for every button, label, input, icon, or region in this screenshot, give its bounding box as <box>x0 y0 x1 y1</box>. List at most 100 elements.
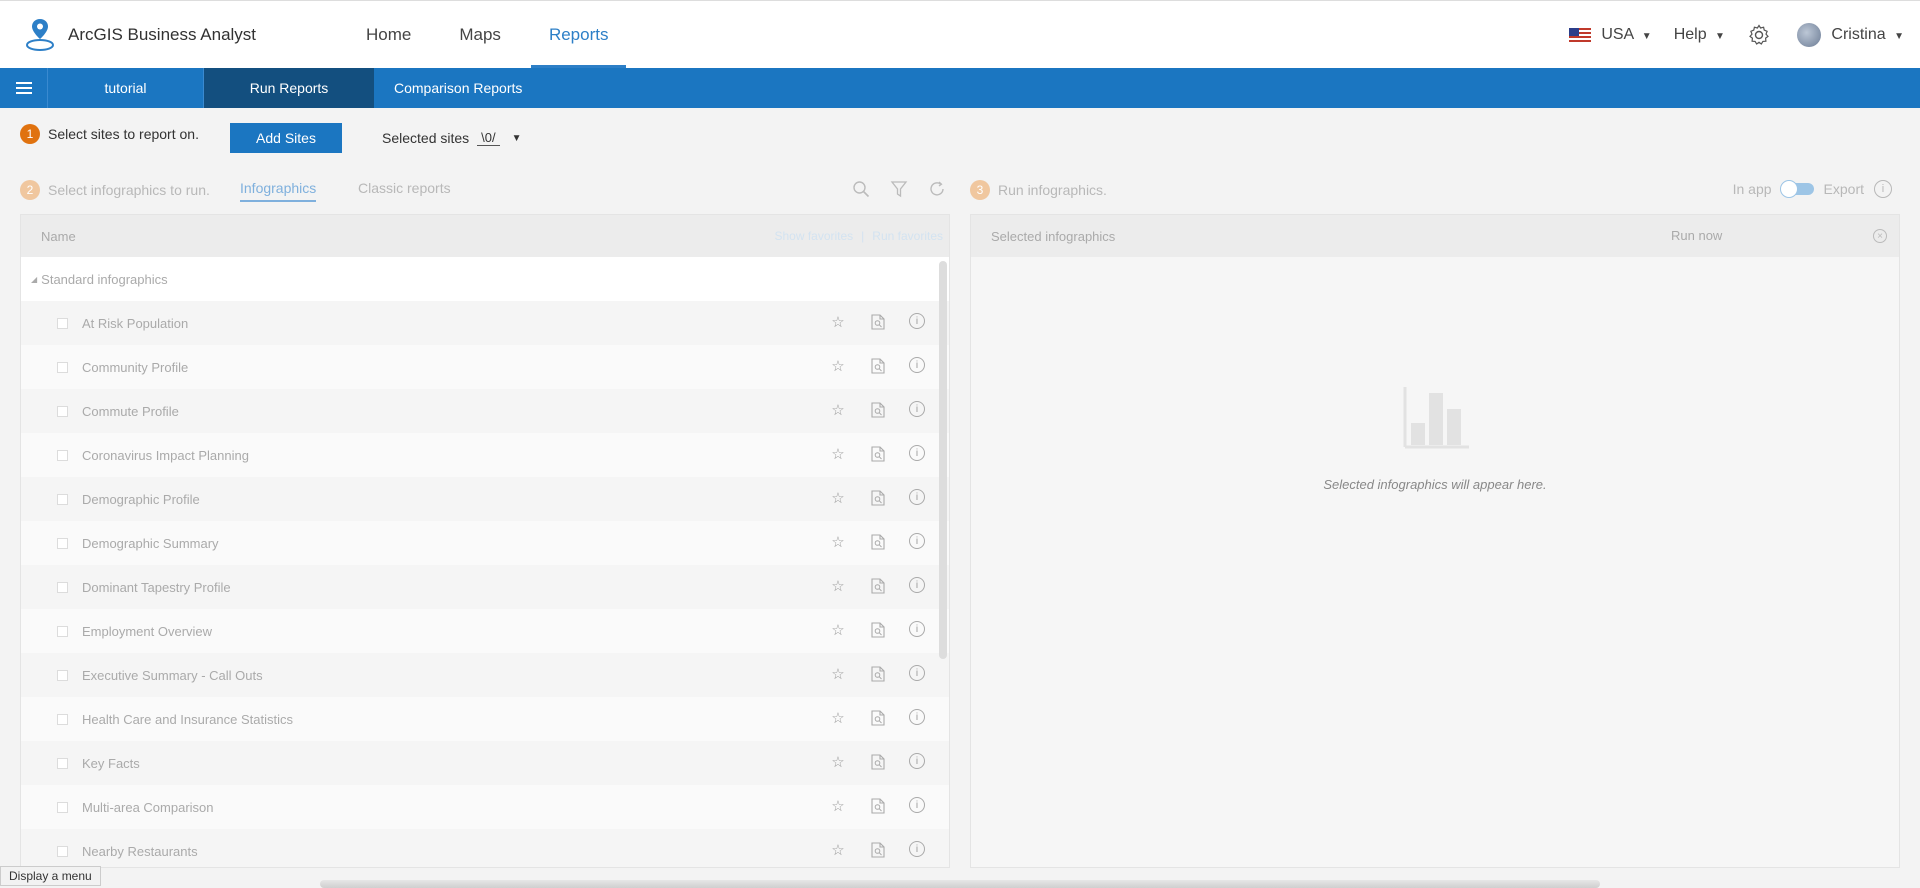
info-icon[interactable]: i <box>909 445 925 461</box>
tab-tutorial[interactable]: tutorial <box>48 68 204 108</box>
item-checkbox[interactable] <box>57 317 68 329</box>
tab-comparison-reports[interactable]: Comparison Reports <box>374 68 542 108</box>
list-item[interactable]: Demographic Profile ☆ i <box>21 477 949 521</box>
item-checkbox[interactable] <box>57 449 68 461</box>
info-icon[interactable]: i <box>909 489 925 505</box>
info-icon[interactable]: i <box>909 621 925 637</box>
star-icon[interactable]: ☆ <box>829 621 847 639</box>
document-preview-icon[interactable] <box>869 357 887 375</box>
document-preview-icon[interactable] <box>869 753 887 771</box>
nav-home[interactable]: Home <box>348 1 429 69</box>
document-preview-icon[interactable] <box>869 533 887 551</box>
selected-infographics-panel: Selected infographics Run now × Selected… <box>970 214 1900 868</box>
refresh-icon[interactable] <box>928 180 946 198</box>
item-checkbox[interactable] <box>57 757 68 769</box>
document-preview-icon[interactable] <box>869 665 887 683</box>
list-item[interactable]: At Risk Population ☆ i <box>21 301 949 345</box>
item-checkbox[interactable] <box>57 405 68 417</box>
item-checkbox[interactable] <box>57 537 68 549</box>
list-item[interactable]: Demographic Summary ☆ i <box>21 521 949 565</box>
document-preview-icon[interactable] <box>869 797 887 815</box>
star-icon[interactable]: ☆ <box>829 401 847 419</box>
export-label: Export <box>1823 181 1864 197</box>
list-item[interactable]: Nearby Restaurants ☆ i <box>21 829 949 867</box>
document-preview-icon[interactable] <box>869 841 887 859</box>
tab-infographics[interactable]: Infographics <box>240 180 317 202</box>
item-checkbox[interactable] <box>57 581 68 593</box>
list-item[interactable]: Community Profile ☆ i <box>21 345 949 389</box>
list-item[interactable]: Dominant Tapestry Profile ☆ i <box>21 565 949 609</box>
star-icon[interactable]: ☆ <box>829 445 847 463</box>
info-icon[interactable]: i <box>909 533 925 549</box>
app-logo-icon[interactable] <box>24 17 56 53</box>
info-icon[interactable]: i <box>909 665 925 681</box>
menu-icon[interactable] <box>0 68 48 108</box>
document-preview-icon[interactable] <box>869 577 887 595</box>
show-favorites-link[interactable]: Show favorites <box>774 229 853 243</box>
star-icon[interactable]: ☆ <box>829 533 847 551</box>
item-checkbox[interactable] <box>57 625 68 637</box>
list-item[interactable]: Health Care and Insurance Statistics ☆ i <box>21 697 949 741</box>
nav-reports[interactable]: Reports <box>530 1 627 69</box>
help-menu[interactable]: Help ▼ <box>1674 26 1725 44</box>
star-icon[interactable]: ☆ <box>829 753 847 771</box>
user-menu[interactable]: Cristina ▼ <box>1796 23 1904 47</box>
document-preview-icon[interactable] <box>869 401 887 419</box>
chevron-down-icon: ▼ <box>511 132 522 144</box>
list-item[interactable]: Commute Profile ☆ i <box>21 389 949 433</box>
selected-sites-dropdown[interactable]: Selected sites \0/ ▼ <box>382 130 522 146</box>
item-label: Demographic Summary <box>82 535 219 551</box>
search-icon[interactable] <box>852 180 870 198</box>
star-icon[interactable]: ☆ <box>829 797 847 815</box>
row-actions: ☆ i <box>829 753 925 771</box>
tab-classic-reports[interactable]: Classic reports <box>358 180 451 196</box>
info-icon[interactable]: i <box>909 357 925 373</box>
star-icon[interactable]: ☆ <box>829 841 847 859</box>
star-icon[interactable]: ☆ <box>829 665 847 683</box>
list-item[interactable]: Key Facts ☆ i <box>21 741 949 785</box>
item-checkbox[interactable] <box>57 801 68 813</box>
country-selector[interactable]: USA ▼ <box>1568 26 1652 44</box>
nav-maps[interactable]: Maps <box>441 1 519 69</box>
list-item[interactable]: Employment Overview ☆ i <box>21 609 949 653</box>
item-label: Commute Profile <box>82 403 179 419</box>
group-standard-infographics[interactable]: ◢ Standard infographics <box>21 257 949 301</box>
list-scrollbar[interactable] <box>939 261 947 659</box>
item-checkbox[interactable] <box>57 493 68 505</box>
document-preview-icon[interactable] <box>869 621 887 639</box>
add-sites-button[interactable]: Add Sites <box>230 123 342 153</box>
item-checkbox[interactable] <box>57 845 68 857</box>
info-icon[interactable]: i <box>909 709 925 725</box>
column-name-header[interactable]: Name <box>41 229 76 244</box>
info-icon[interactable]: i <box>909 841 925 857</box>
list-item[interactable]: Executive Summary - Call Outs ☆ i <box>21 653 949 697</box>
info-icon[interactable]: i <box>1874 180 1892 198</box>
document-preview-icon[interactable] <box>869 709 887 727</box>
document-preview-icon[interactable] <box>869 445 887 463</box>
tab-run-reports[interactable]: Run Reports <box>204 68 374 108</box>
star-icon[interactable]: ☆ <box>829 577 847 595</box>
run-favorites-link[interactable]: Run favorites <box>872 229 943 243</box>
info-icon[interactable]: i <box>909 577 925 593</box>
info-icon[interactable]: i <box>909 753 925 769</box>
filter-icon[interactable] <box>890 180 908 198</box>
star-icon[interactable]: ☆ <box>829 313 847 331</box>
document-preview-icon[interactable] <box>869 313 887 331</box>
list-item[interactable]: Coronavirus Impact Planning ☆ i <box>21 433 949 477</box>
item-checkbox[interactable] <box>57 669 68 681</box>
output-toggle[interactable] <box>1779 180 1814 198</box>
item-checkbox[interactable] <box>57 713 68 725</box>
document-preview-icon[interactable] <box>869 489 887 507</box>
star-icon[interactable]: ☆ <box>829 357 847 375</box>
item-checkbox[interactable] <box>57 361 68 373</box>
list-item[interactable]: Multi-area Comparison ☆ i <box>21 785 949 829</box>
info-icon[interactable]: i <box>909 313 925 329</box>
info-icon[interactable]: i <box>909 797 925 813</box>
info-icon[interactable]: i <box>909 401 925 417</box>
run-now-button[interactable]: Run now <box>1671 228 1722 243</box>
star-icon[interactable]: ☆ <box>829 489 847 507</box>
star-icon[interactable]: ☆ <box>829 709 847 727</box>
clear-icon[interactable]: × <box>1873 229 1887 243</box>
row-actions: ☆ i <box>829 577 925 595</box>
gear-icon[interactable] <box>1747 23 1771 47</box>
